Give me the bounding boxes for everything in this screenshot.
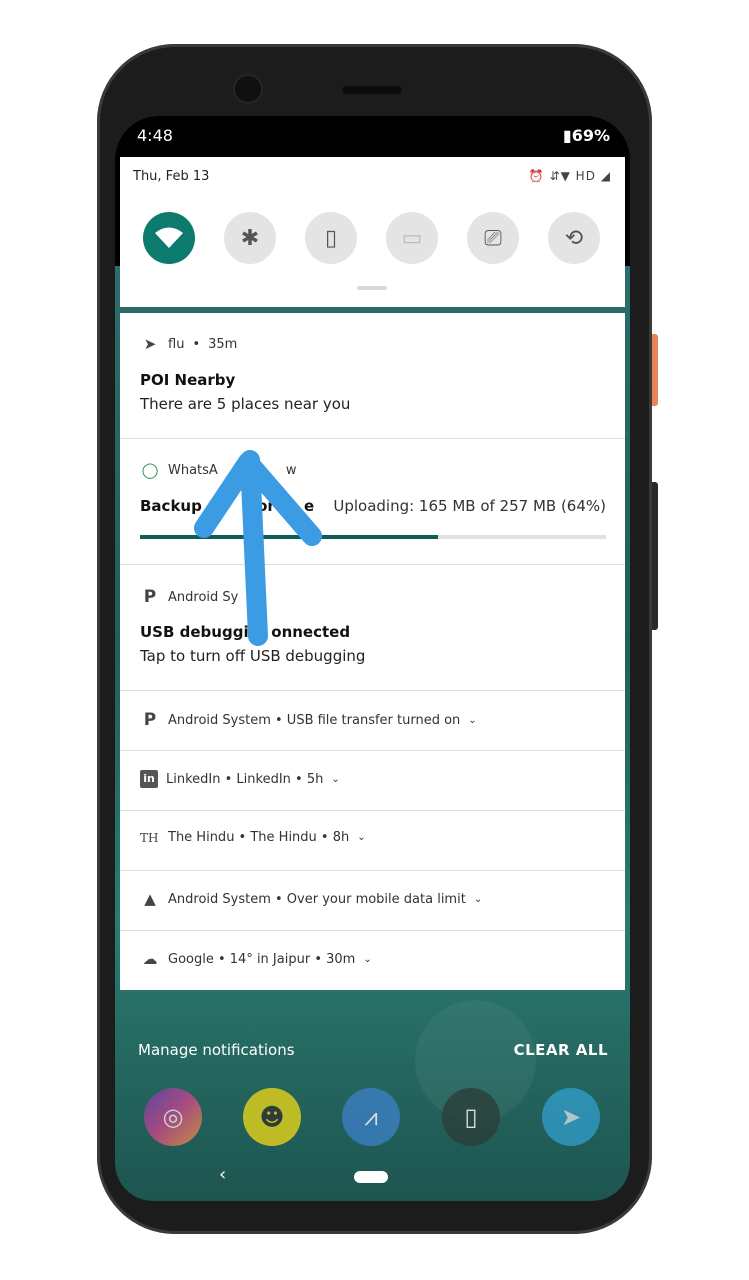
battery-indicator: ▮69% <box>562 126 610 145</box>
notification-whatsapp-backup[interactable]: ◯ WhatsA w Backup or e Uploading: 165 MB… <box>120 439 625 565</box>
upload-status: Uploading: 165 MB of 257 MB (64%) <box>333 497 606 515</box>
bluetooth-icon: ✱ <box>240 225 260 251</box>
upload-progress-fill <box>140 535 439 539</box>
notification-footer: Manage notifications CLEAR ALL <box>138 1041 608 1059</box>
notif-title: USB debuggin onnected <box>140 623 351 641</box>
notif-time: 35m <box>208 336 238 352</box>
android-system-icon: P <box>143 587 157 607</box>
telegram-icon[interactable]: ➤ <box>542 1088 600 1146</box>
earpiece-speaker <box>342 86 402 94</box>
manage-notifications-link[interactable]: Manage notifications <box>138 1041 295 1059</box>
notif-text: There are 5 places near you <box>140 395 351 413</box>
qs-status-icons: ⏰ ⇵▼ HD ◢ <box>528 169 611 183</box>
wifi-icon <box>155 227 183 248</box>
notification-linkedin[interactable]: in LinkedIn • LinkedIn • 5h ⌄ <box>120 751 625 811</box>
chevron-down-icon[interactable]: ⌄ <box>474 894 482 905</box>
navigation-arrow-icon: ➤ <box>143 335 157 353</box>
phone-app-icon[interactable]: ▯ <box>442 1088 500 1146</box>
phone-frame: 4:48 ▮69% Thu, Feb 13 ⏰ ⇵▼ HD ◢ ✱ ▯ ▭ ⎚ … <box>97 44 658 1234</box>
snapchat-icon[interactable]: ☻ <box>243 1088 301 1146</box>
notification-poi[interactable]: ➤ flu • 35m POI Nearby There are 5 place… <box>120 313 625 439</box>
notif-title: Backup or e <box>140 497 315 515</box>
cast-tile[interactable]: ⎚ <box>467 212 519 264</box>
app-dock: ◎ ☻ ⩘ ▯ ➤ <box>139 1088 609 1158</box>
notif-summary: Google • 14° in Jaipur • 30m <box>168 951 356 967</box>
notif-app: flu <box>168 336 185 352</box>
flashlight-tile[interactable]: ▯ <box>305 212 357 264</box>
qs-date: Thu, Feb 13 <box>133 169 210 184</box>
volume-button <box>652 482 658 630</box>
notif-summary: Android System • USB file transfer turne… <box>168 712 461 728</box>
notif-summary: The Hindu • The Hindu • 8h <box>168 830 350 845</box>
notif-app: WhatsA <box>168 462 218 478</box>
battery-percent: 69% <box>571 126 610 145</box>
notification-usb-transfer[interactable]: P Android System • USB file transfer turn… <box>120 691 625 751</box>
power-button <box>652 334 658 406</box>
qs-drag-handle[interactable] <box>357 286 387 290</box>
front-camera <box>235 76 261 102</box>
clear-all-button[interactable]: CLEAR ALL <box>514 1041 608 1059</box>
chevron-down-icon[interactable]: ⌄ <box>331 774 339 785</box>
navigation-bar: ‹ <box>115 1156 630 1201</box>
auto-rotate-icon: ⟲ <box>564 225 584 251</box>
notification-data-limit[interactable]: ▲ Android System • Over your mobile data … <box>120 871 625 931</box>
notification-google-weather[interactable]: ☁ Google • 14° in Jaipur • 30m ⌄ <box>120 931 625 990</box>
android-system-icon: P <box>143 710 157 730</box>
notif-header: ◯ WhatsA w <box>140 461 297 479</box>
bluetooth-tile[interactable]: ✱ <box>224 212 276 264</box>
notif-app-tail: w <box>285 462 297 478</box>
the-hindu-icon: TH <box>140 830 159 845</box>
back-icon[interactable]: ‹ <box>219 1164 226 1185</box>
cloud-icon: ☁ <box>142 950 158 968</box>
flashlight-icon: ▯ <box>324 225 338 251</box>
wifi-tile[interactable] <box>143 212 195 264</box>
notif-header: ➤ flu • 35m <box>140 335 238 353</box>
status-bar: 4:48 ▮69% <box>115 116 630 156</box>
cast-icon: ⎚ <box>484 225 502 251</box>
quick-settings-panel: Thu, Feb 13 ⏰ ⇵▼ HD ◢ ✱ ▯ ▭ ⎚ ⟲ <box>120 157 625 307</box>
whatsapp-icon: ◯ <box>141 461 159 479</box>
instagram-icon[interactable]: ◎ <box>144 1088 202 1146</box>
chevron-down-icon[interactable]: ⌄ <box>363 954 371 965</box>
linkedin-icon: in <box>140 770 158 788</box>
notif-title: POI Nearby <box>140 371 236 389</box>
wazirx-icon[interactable]: ⩘ <box>342 1088 400 1146</box>
notif-header: P Android Sy <box>140 587 239 607</box>
auto-rotate-tile[interactable]: ⟲ <box>548 212 600 264</box>
upload-progress-bar <box>140 535 606 539</box>
notification-usb-debugging[interactable]: P Android Sy USB debuggin onnected Tap to… <box>120 565 625 691</box>
home-pill[interactable] <box>354 1171 388 1183</box>
notif-summary: LinkedIn • LinkedIn • 5h <box>166 771 324 787</box>
battery-saver-tile[interactable]: ▭ <box>386 212 438 264</box>
notification-the-hindu[interactable]: TH The Hindu • The Hindu • 8h ⌄ <box>120 811 625 871</box>
notif-app: Android Sy <box>168 589 239 605</box>
status-time: 4:48 <box>137 126 173 145</box>
battery-saver-icon: ▭ <box>401 225 423 251</box>
notif-text: Tap to turn off USB debugging <box>140 647 366 665</box>
screen: 4:48 ▮69% Thu, Feb 13 ⏰ ⇵▼ HD ◢ ✱ ▯ ▭ ⎚ … <box>115 116 630 1201</box>
notif-summary: Android System • Over your mobile data l… <box>168 891 466 907</box>
chevron-down-icon[interactable]: ⌄ <box>357 832 365 843</box>
warning-icon: ▲ <box>144 890 156 908</box>
chevron-down-icon[interactable]: ⌄ <box>468 715 476 726</box>
notification-list: ➤ flu • 35m POI Nearby There are 5 place… <box>120 313 625 990</box>
